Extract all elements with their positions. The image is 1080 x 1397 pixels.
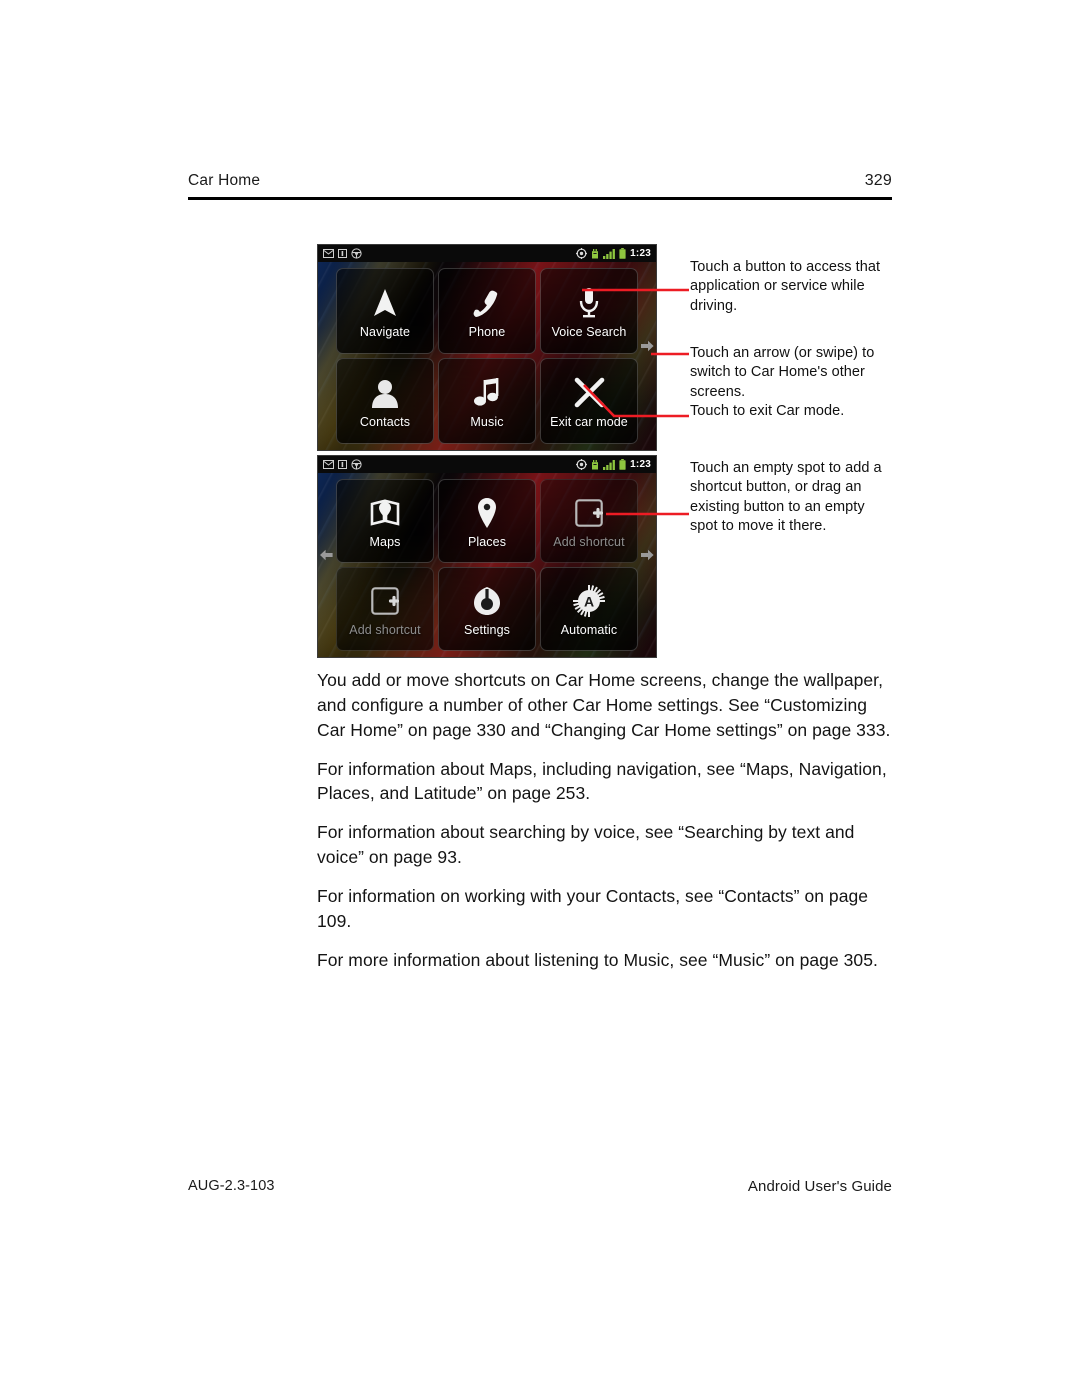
tile-exit-car-mode[interactable]: Exit car mode — [540, 358, 638, 444]
body-paragraph-5: For more information about listening to … — [317, 949, 878, 970]
car-home-tile-grid-1: Navigate Phone Voice Search Contacts Mus… — [318, 262, 656, 450]
tile-music[interactable]: Music — [438, 358, 536, 444]
callout-touch-a-button: Touch a button to access that applicatio… — [690, 259, 881, 314]
tile-label: Music — [470, 415, 504, 429]
body-paragraph-2: For information about Maps, including na… — [317, 758, 887, 804]
body-paragraph-1: You add or move shortcuts on Car Home sc… — [317, 670, 891, 740]
settings-gear-icon — [473, 581, 501, 621]
add-shortcut-icon — [371, 581, 399, 621]
tile-settings[interactable]: Settings — [438, 567, 536, 651]
body-paragraph-4: For information on working with your Con… — [317, 885, 869, 931]
status-bar-left-icons — [323, 459, 362, 470]
microphone-icon — [578, 283, 600, 323]
tile-label: Phone — [468, 325, 506, 339]
music-note-icon — [474, 373, 500, 413]
callout-touch-empty-spot: Touch an empty spot to add a shortcut bu… — [690, 460, 882, 534]
signal-bars-icon — [603, 459, 616, 470]
battery-icon — [619, 459, 626, 470]
tile-navigate[interactable]: Navigate — [336, 268, 434, 354]
status-bar-clock: 1:23 — [630, 458, 651, 470]
steering-wheel-icon — [351, 459, 362, 470]
body-paragraph-3: For information about searching by voice… — [317, 822, 855, 868]
tile-label: Settings — [464, 623, 510, 637]
tile-phone[interactable]: Phone — [438, 268, 536, 354]
gps-icon — [576, 459, 588, 470]
tile-label: Navigate — [359, 325, 411, 339]
battery-icon — [619, 248, 626, 259]
running-head: Car Home 329 — [188, 172, 892, 200]
status-bar-clock: 1:23 — [630, 247, 651, 259]
page-number: 329 — [864, 172, 892, 189]
navigate-arrow-icon — [371, 283, 399, 323]
document-page: Car Home 329 1:23 Navigate Phone Voice S… — [0, 0, 1080, 1397]
chapter-title: Car Home — [188, 172, 261, 189]
person-icon — [371, 373, 399, 413]
callout-touch-an-arrow: Touch an arrow (or swipe) to switch to C… — [690, 345, 875, 400]
next-screen-arrow-1[interactable] — [641, 339, 654, 357]
guide-title: Android User's Guide — [747, 1178, 892, 1195]
tile-label: Voice Search — [551, 325, 627, 339]
steering-wheel-icon — [351, 248, 362, 259]
mail-icon — [323, 249, 334, 258]
tile-label: Contacts — [359, 415, 411, 429]
tile-label: Places — [467, 535, 507, 549]
tile-label: Maps — [369, 535, 401, 549]
tile-label: Add shortcut — [553, 535, 625, 549]
next-screen-arrow-2[interactable] — [641, 548, 654, 566]
status-bar-1: 1:23 — [318, 245, 656, 262]
tile-add-shortcut-2[interactable]: Add shortcut — [336, 567, 434, 651]
car-home-screenshot-2: 1:23 Maps Places Add shortcut Add shortc… — [317, 455, 657, 658]
car-home-tile-grid-2: Maps Places Add shortcut Add shortcut Se… — [318, 473, 656, 657]
car-home-figure: 1:23 Navigate Phone Voice Search Contact… — [317, 244, 892, 664]
svg-text:A: A — [584, 594, 594, 610]
tile-label: Add shortcut — [349, 623, 421, 637]
add-shortcut-icon — [575, 493, 603, 533]
tile-maps[interactable]: Maps — [336, 479, 434, 563]
sim-card-icon — [338, 460, 347, 469]
phone-handset-icon — [472, 283, 502, 323]
status-bar-2: 1:23 — [318, 456, 656, 473]
tile-label: Exit car mode — [550, 415, 628, 429]
map-pin-book-icon — [370, 493, 400, 533]
page-footer: AUG-2.3-103 Android User's Guide — [188, 1178, 892, 1200]
car-home-screenshot-1: 1:23 Navigate Phone Voice Search Contact… — [317, 244, 657, 451]
signal-bars-icon — [603, 248, 616, 259]
gps-icon — [576, 248, 588, 259]
mail-icon — [323, 460, 334, 469]
close-x-icon — [573, 373, 605, 413]
tile-voice-search[interactable]: Voice Search — [540, 268, 638, 354]
previous-screen-arrow-2[interactable] — [320, 548, 333, 566]
document-code: AUG-2.3-103 — [188, 1178, 275, 1194]
usb-debug-icon — [592, 459, 599, 469]
callout-touch-to-exit: Touch to exit Car mode. — [690, 403, 845, 419]
automatic-badge-icon: A — [573, 581, 605, 621]
place-pin-icon — [476, 493, 498, 533]
status-bar-left-icons — [323, 248, 362, 259]
status-bar-right-icons: 1:23 — [576, 459, 651, 470]
usb-debug-icon — [592, 248, 599, 258]
body-copy: You add or move shortcuts on Car Home sc… — [317, 668, 897, 986]
header-rule — [188, 197, 892, 200]
tile-automatic[interactable]: A Automatic — [540, 567, 638, 651]
tile-label: Automatic — [560, 623, 618, 637]
tile-contacts[interactable]: Contacts — [336, 358, 434, 444]
tile-add-shortcut-1[interactable]: Add shortcut — [540, 479, 638, 563]
tile-places[interactable]: Places — [438, 479, 536, 563]
sim-card-icon — [338, 249, 347, 258]
status-bar-right-icons: 1:23 — [576, 248, 651, 259]
